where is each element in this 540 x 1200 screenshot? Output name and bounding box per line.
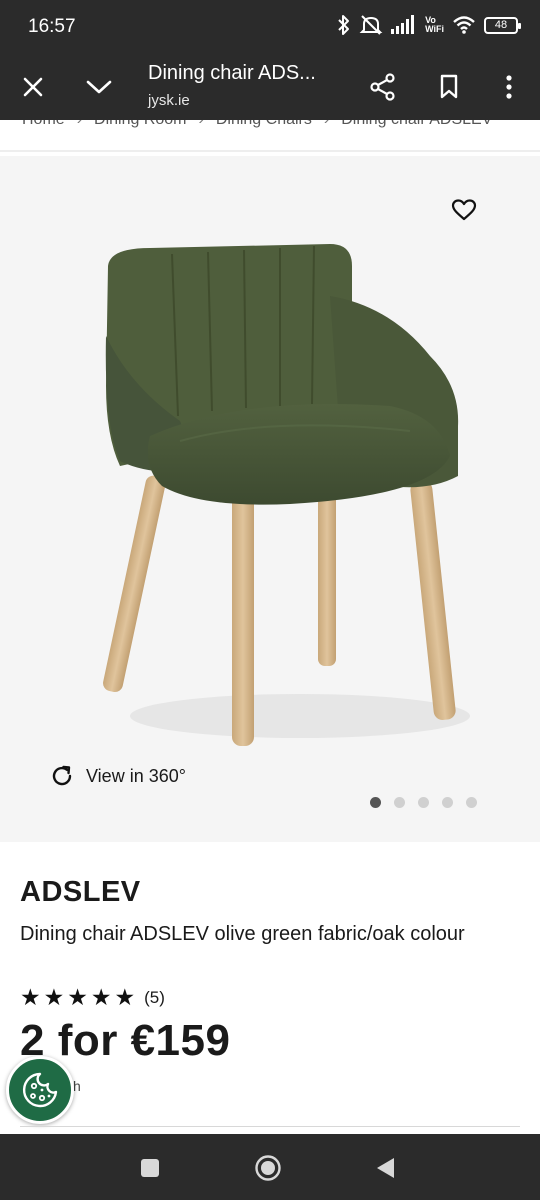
page-title[interactable]: Dining chair ADS... — [148, 62, 316, 85]
star-icon: ★ — [90, 984, 112, 1010]
carousel-dot[interactable] — [466, 797, 477, 808]
view-360-label: View in 360° — [86, 765, 186, 786]
rotate-icon — [52, 765, 72, 786]
breadcrumb-home[interactable]: Home — [22, 120, 65, 129]
signal-icon — [391, 15, 415, 34]
status-bar: 16:57 Vo WiFi 48 — [0, 0, 540, 54]
bookmark-button[interactable] — [426, 64, 472, 110]
carousel-dots — [370, 797, 477, 808]
product-rating[interactable]: ★ ★ ★ ★ ★ (5) — [20, 986, 165, 1009]
content-divider — [20, 1126, 520, 1127]
view-360-button[interactable]: View in 360° — [50, 764, 186, 788]
carousel-dot[interactable] — [394, 797, 405, 808]
battery-icon: 48 — [484, 16, 521, 34]
vowifi-bottom: WiFi — [425, 24, 444, 34]
wifi-icon — [453, 16, 475, 34]
minimize-button[interactable] — [76, 64, 122, 110]
product-description: Dining chair ADSLEV olive green fabric/o… — [20, 923, 465, 945]
more-vert-icon — [506, 75, 512, 99]
page-domain[interactable]: jysk.ie — [148, 92, 190, 109]
star-icon: ★ — [20, 984, 41, 1010]
star-icon: ★ — [43, 984, 65, 1010]
recents-icon — [141, 1159, 159, 1177]
carousel-dot[interactable] — [370, 797, 381, 808]
mute-icon — [359, 15, 383, 35]
bookmark-icon — [440, 74, 458, 99]
browser-toolbar: Dining chair ADS... jysk.ie — [0, 54, 540, 120]
star-icon: ★ — [114, 984, 136, 1010]
back-icon — [377, 1158, 394, 1178]
recents-button[interactable] — [130, 1148, 170, 1188]
breadcrumb-separator: › — [77, 120, 82, 129]
carousel-dot[interactable] — [442, 797, 453, 808]
system-navigation-bar — [0, 1134, 540, 1200]
wishlist-button[interactable] — [446, 192, 482, 228]
chevron-down-icon — [86, 80, 112, 94]
breadcrumb-separator: › — [324, 120, 329, 129]
product-gallery[interactable]: View in 360° — [0, 156, 540, 842]
product-image[interactable] — [90, 236, 470, 756]
breadcrumb-divider — [0, 150, 540, 152]
cookie-settings-button[interactable] — [6, 1056, 74, 1124]
status-time: 16:57 — [28, 16, 76, 37]
bluetooth-icon — [338, 15, 350, 35]
heart-icon — [451, 199, 477, 221]
vowifi-label: Vo WiFi — [425, 16, 444, 34]
home-icon — [255, 1155, 281, 1181]
carousel-dot[interactable] — [418, 797, 429, 808]
close-button[interactable] — [10, 64, 56, 110]
share-button[interactable] — [360, 64, 406, 110]
home-button[interactable] — [248, 1148, 288, 1188]
close-icon — [23, 77, 43, 97]
star-icon: ★ — [67, 984, 88, 1010]
back-button[interactable] — [366, 1148, 406, 1188]
breadcrumb-dining-chairs[interactable]: Dining Chairs — [216, 120, 312, 129]
breadcrumb: Home › Dining Room › Dining Chairs › Din… — [0, 120, 540, 136]
breadcrumb-dining-room[interactable]: Dining Room — [94, 120, 186, 129]
breadcrumb-current: Dining chair ADSLEV — [341, 120, 492, 129]
review-count[interactable]: (5) — [144, 988, 165, 1008]
status-icons: Vo WiFi 48 — [337, 14, 521, 36]
share-icon — [370, 73, 395, 101]
product-brand: ADSLEV — [20, 876, 141, 908]
breadcrumb-separator: › — [199, 120, 204, 129]
more-options-button[interactable] — [486, 64, 532, 110]
cookie-icon — [23, 1072, 58, 1108]
